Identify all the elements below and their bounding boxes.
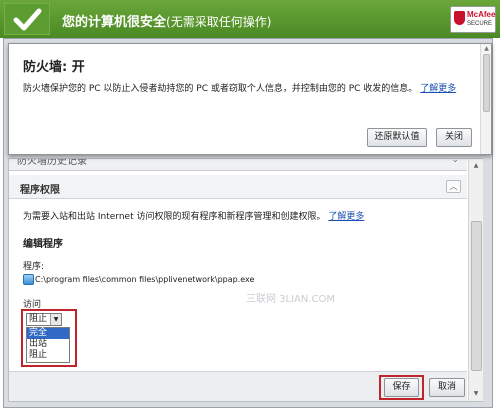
section-description: 为需要入站和出站 Internet 访问权限的现有程序和新程序管理和创建权限。 … <box>23 209 364 222</box>
access-option-full[interactable]: 完全 <box>27 328 69 339</box>
popup-scrollbar[interactable]: ▲ <box>480 44 491 154</box>
popup-scrollbar-thumb[interactable] <box>483 54 490 112</box>
learn-more-link[interactable]: 了解更多 <box>328 212 364 222</box>
restore-defaults-button[interactable]: 还原默认值 <box>367 128 427 147</box>
panel-footer: 保存 取消 <box>9 371 467 401</box>
access-dropdown[interactable]: 阻止 ▼ <box>26 313 62 326</box>
program-permissions-header[interactable]: 程序权限 ︿ <box>9 175 467 199</box>
popup-title: 防火墙: 开 <box>23 60 85 75</box>
scroll-up-icon[interactable]: ▲ <box>470 160 482 172</box>
panel-scrollbar[interactable]: ▲ ▼ <box>468 159 483 401</box>
program-label: 程序: <box>23 262 45 272</box>
chevron-up-icon[interactable]: ︿ <box>446 180 461 193</box>
scroll-down-icon[interactable]: ▼ <box>470 388 482 400</box>
status-header: 您的计算机很安全(无需采取任何操作) McAfee SECURE <box>0 0 500 38</box>
dropdown-arrow-icon[interactable]: ▼ <box>50 314 61 325</box>
application-icon <box>23 274 34 285</box>
popup-description: 防火墙保护您的 PC 以防止入侵者劫持您的 PC 或者窃取个人信息，并控制由您的… <box>23 81 456 94</box>
cancel-button[interactable]: 取消 <box>429 378 465 397</box>
scrollbar-thumb[interactable] <box>471 221 482 371</box>
mcafee-shield-icon <box>454 11 465 25</box>
status-title-main: 您的计算机很安全 <box>62 15 167 30</box>
section-description-text: 为需要入站和出站 Internet 访问权限的现有程序和新程序管理和创建权限。 <box>23 212 326 222</box>
watermark-text: 三联网 3LIAN.COM <box>246 294 336 305</box>
logo-line-1: McAfee <box>467 10 496 19</box>
access-option-block[interactable]: 阻止 <box>27 350 69 361</box>
edit-program-title: 编辑程序 <box>23 239 63 250</box>
popup-learn-more-link[interactable]: 了解更多 <box>420 84 456 94</box>
section-title: 程序权限 <box>20 185 60 196</box>
collapsed-section-header[interactable]: 防火墙历史记录 ⌄ <box>9 159 467 171</box>
firewall-info-popup: 防火墙: 开 防火墙保护您的 PC 以防止入侵者劫持您的 PC 或者窃取个人信息… <box>8 43 492 155</box>
save-button[interactable]: 保存 <box>384 378 419 397</box>
close-button[interactable]: 关闭 <box>436 128 472 147</box>
status-title: 您的计算机很安全(无需采取任何操作) <box>62 11 271 30</box>
access-options-list: 完全 出站 阻止 <box>26 327 70 363</box>
chevron-down-icon: ⌄ <box>451 159 459 165</box>
check-icon <box>4 3 50 35</box>
program-path: C:\program files\common files\pplivenetw… <box>35 275 255 284</box>
status-title-sub: (无需采取任何操作) <box>166 15 272 29</box>
popup-description-text: 防火墙保护您的 PC 以防止入侵者劫持您的 PC 或者窃取个人信息，并控制由您的… <box>23 84 418 94</box>
access-dropdown-value: 阻止 <box>29 314 48 324</box>
popup-scroll-up-icon[interactable]: ▲ <box>482 45 491 52</box>
mcafee-logo: McAfee SECURE <box>450 6 496 33</box>
collapsed-section-title: 防火墙历史记录 <box>17 159 87 167</box>
firewall-settings-panel: 防火墙历史记录 ⌄ 程序权限 ︿ 为需要入站和出站 Internet 访问权限的… <box>8 158 483 402</box>
access-option-outbound[interactable]: 出站 <box>27 339 69 350</box>
logo-line-2: SECURE <box>467 21 493 27</box>
